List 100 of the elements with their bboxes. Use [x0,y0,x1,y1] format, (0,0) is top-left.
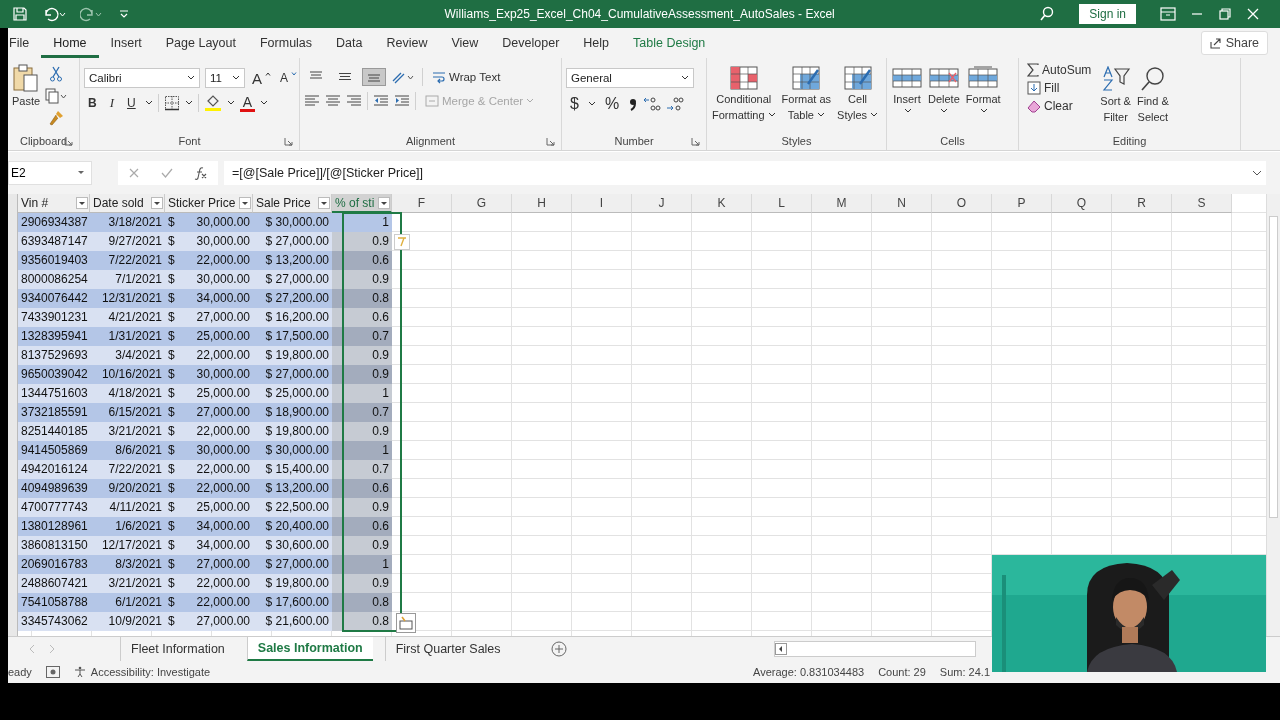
sort-filter-button[interactable]: Sort & Filter [1099,60,1132,124]
cells-button[interactable]: Delete [927,60,961,114]
caret-icon[interactable] [587,101,596,107]
scroll-left-icon[interactable] [775,643,787,655]
decrease-indent-icon[interactable] [373,94,389,108]
macro-recording-icon[interactable] [45,666,60,678]
increase-decimal-icon[interactable] [643,96,662,112]
ribbon-tab[interactable]: Table Design [621,28,718,58]
paste-button[interactable]: Paste [12,60,42,108]
ribbon-tab[interactable]: Formulas [247,28,325,58]
format-painter-icon[interactable] [48,110,65,126]
quick-analysis-icon[interactable] [396,613,416,633]
accessibility-status[interactable]: Accessibility: Investigate [73,666,211,678]
clear-button[interactable]: Clear [1023,98,1077,114]
fill-button[interactable]: Fill [1023,80,1064,96]
italic-button[interactable]: I [105,94,118,112]
scrollbar-track[interactable] [1266,194,1280,636]
expand-icon[interactable] [1252,170,1262,176]
borders-icon[interactable] [163,95,180,111]
formula-field[interactable]: =[@[Sale Price]]/[@[Sticker Price]] [224,161,1266,185]
ribbon-tab[interactable]: Data [324,28,375,58]
ribbon-tab[interactable]: Page Layout [153,28,248,58]
column-letter[interactable]: P [992,194,1052,213]
caret-icon[interactable] [260,100,269,106]
column-letter[interactable]: K [692,194,752,213]
ribbon-tab[interactable]: Developer [490,28,572,58]
filter-dropdown-icon[interactable] [318,197,330,209]
dialog-launcher-icon[interactable] [691,137,700,146]
filter-dropdown-icon[interactable] [151,197,163,209]
column-letter[interactable]: H [512,194,572,213]
save-icon[interactable] [12,6,28,22]
ribbon-tab[interactable]: Review [374,28,440,58]
autosum-button[interactable]: AutoSum [1023,62,1096,78]
underline-button[interactable]: U [123,95,140,111]
add-sheet-icon[interactable] [550,641,567,657]
column-letter[interactable]: I [572,194,632,213]
increase-indent-icon[interactable] [394,94,410,108]
shrink-font-button[interactable]: A [278,71,300,85]
filter-dropdown-icon[interactable] [378,196,390,209]
dialog-launcher-icon[interactable] [284,137,293,146]
filter-dropdown-icon[interactable] [239,197,251,209]
restore-icon[interactable] [1218,7,1232,21]
ribbon-display-icon[interactable] [1160,7,1176,21]
filter-dropdown-icon[interactable] [76,197,88,209]
share-button[interactable]: Share [1200,31,1268,55]
undo-icon[interactable] [42,6,66,22]
cells-button[interactable]: Format [964,60,1002,114]
wrap-text-button[interactable]: Wrap Text [428,69,505,85]
column-letter[interactable]: F [392,194,452,213]
caret-icon[interactable] [184,100,193,106]
dialog-launcher-icon[interactable] [546,137,555,146]
column-header[interactable]: % of sti [332,194,392,213]
sheet-tab[interactable]: Sales Information [246,637,373,661]
percent-button[interactable]: % [600,94,624,114]
font-color-button[interactable]: A [239,94,256,112]
font-name-field[interactable]: Calibri [84,68,200,88]
ribbon-tab[interactable]: View [439,28,491,58]
column-letter[interactable]: M [812,194,872,213]
number-format-field[interactable]: General [566,68,694,88]
column-letter[interactable]: Q [1052,194,1112,213]
ribbon-tab[interactable]: File [8,28,42,58]
horizontal-scrollbar[interactable] [774,641,976,657]
styles-button[interactable]: Cell Styles [836,60,880,122]
name-box[interactable]: E2 [8,161,92,185]
column-letter[interactable]: O [932,194,992,213]
caret-icon[interactable] [144,100,153,106]
column-letter[interactable]: N [872,194,932,213]
caret-icon[interactable] [226,100,235,106]
scissors-icon[interactable] [49,66,64,82]
decrease-decimal-icon[interactable] [666,96,685,112]
column-letter[interactable]: L [752,194,812,213]
search-icon[interactable] [1039,6,1056,22]
font-size-field[interactable]: 11 [205,68,245,88]
column-header[interactable]: Date sold [90,194,165,213]
currency-button[interactable]: $ [566,94,583,114]
column-header[interactable]: Vin # [18,194,90,213]
column-letter[interactable]: S [1172,194,1232,213]
function-icon[interactable] [193,166,208,180]
comma-style-icon[interactable] [628,96,639,112]
column-letter[interactable]: R [1112,194,1172,213]
scrollbar-thumb[interactable] [1269,216,1278,518]
find-select-button[interactable]: Find & Select [1135,60,1170,124]
column-header[interactable]: Sticker Price [165,194,253,213]
checkmark-icon[interactable] [161,167,173,179]
close-icon[interactable] [1246,7,1260,21]
cells-button[interactable]: Insert [891,60,923,114]
bold-button[interactable]: B [84,95,101,111]
ribbon-tab[interactable]: Insert [98,28,154,58]
ribbon-tab[interactable]: Help [571,28,622,58]
styles-button[interactable]: Conditional Formatting [711,60,777,122]
styles-button[interactable]: Format as Table [780,60,833,122]
sign-in-button[interactable]: Sign in [1079,4,1136,24]
currency-symbol: $ [168,328,175,345]
column-letter[interactable]: J [632,194,692,213]
fill-color-icon[interactable] [203,94,222,112]
grow-font-button[interactable]: A [250,69,273,87]
column-header[interactable]: Sale Price [253,194,332,213]
customize-icon[interactable] [118,8,130,20]
copy-icon[interactable] [45,88,68,104]
column-letter[interactable]: G [452,194,512,213]
